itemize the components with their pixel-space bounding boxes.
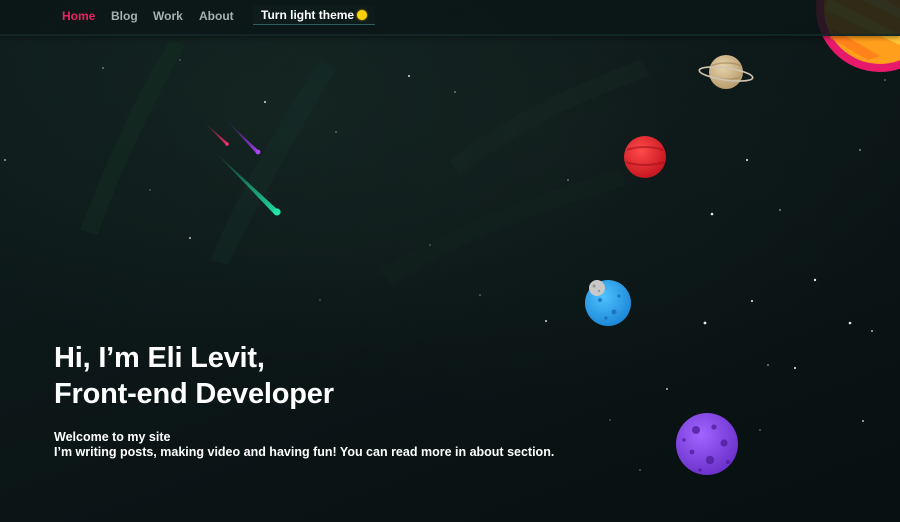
hero-subtitle: Welcome to my site I’m writing posts, ma… <box>54 430 554 460</box>
nav-link-about[interactable]: About <box>199 9 234 23</box>
hero-title: Hi, I’m Eli Levit, Front-end Developer <box>54 340 334 412</box>
comet-red <box>204 122 228 145</box>
aurora-streaks <box>80 40 650 285</box>
blue-planet <box>585 280 631 326</box>
space-scene: Home Blog Work About Turn light theme Hi… <box>0 0 900 522</box>
theme-toggle-label: Turn light theme <box>261 7 355 22</box>
theme-toggle-button[interactable]: Turn light theme <box>253 5 376 25</box>
top-navigation: Home Blog Work About Turn light theme <box>0 0 900 36</box>
red-planet <box>624 136 666 178</box>
nav-link-work[interactable]: Work <box>153 9 183 23</box>
purple-planet <box>676 413 738 475</box>
nav-link-home[interactable]: Home <box>62 9 95 23</box>
hero-title-line-2: Front-end Developer <box>54 378 334 410</box>
hero-subtitle-line-1: Welcome to my site <box>54 430 171 444</box>
comet-purple <box>225 119 259 154</box>
nav-link-blog[interactable]: Blog <box>111 9 138 23</box>
sun-icon <box>357 9 368 20</box>
hero-subtitle-line-2: I’m writing posts, making video and havi… <box>54 445 555 459</box>
saturn-planet <box>698 55 754 89</box>
hero-title-line-1: Hi, I’m Eli Levit, <box>54 342 265 374</box>
